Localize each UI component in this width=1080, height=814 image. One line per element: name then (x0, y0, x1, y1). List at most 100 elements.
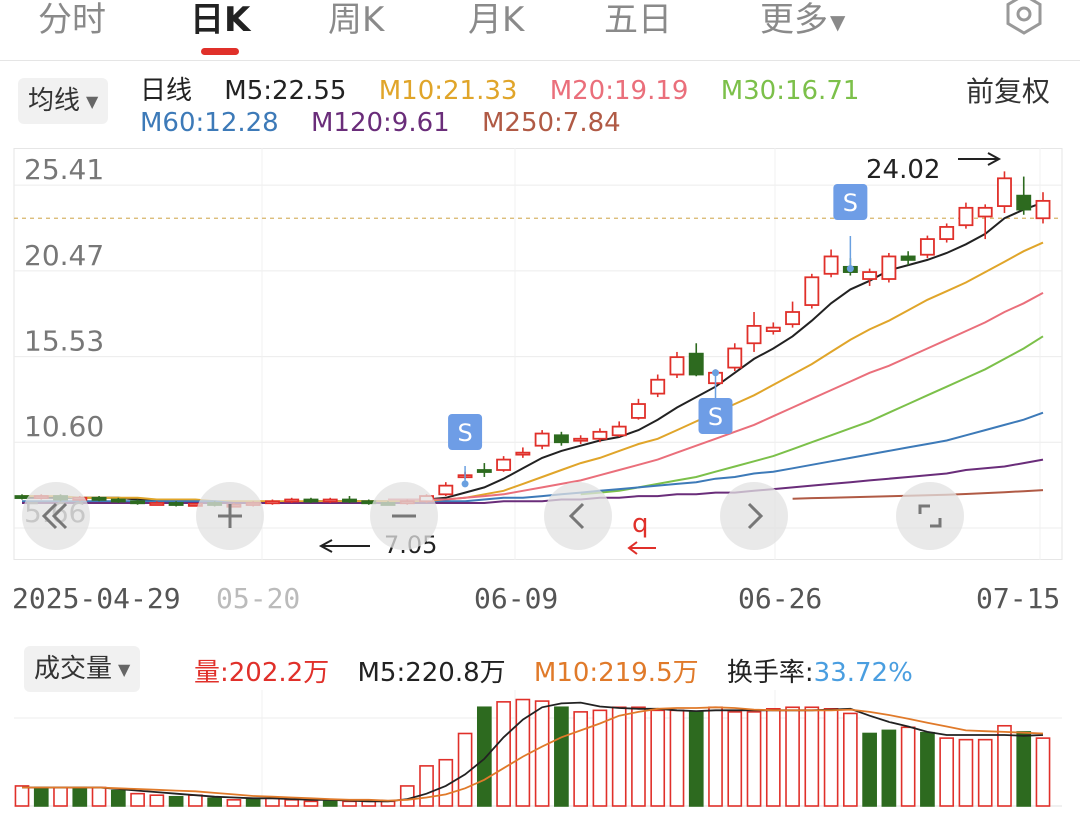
chevron-down-icon: ▼ (118, 659, 131, 679)
ma-type-label: 均线 (28, 86, 81, 116)
tab-more-label: 更多 (760, 0, 828, 40)
moving-average-lines (22, 201, 1044, 504)
ma10-value: M10:21.33 (378, 76, 518, 106)
max-price-label: 24.02 (866, 155, 940, 185)
next-button[interactable] (720, 482, 788, 550)
candle-up (997, 177, 1012, 207)
indicator-dropdown[interactable]: 成交量 ▼ (24, 646, 141, 692)
candle-down (342, 498, 357, 503)
tab-more[interactable]: 更多 ▼ (760, 0, 845, 41)
ma120-value: M120:9.61 (310, 108, 450, 138)
volume-bar-down (322, 800, 338, 807)
chevron-down-icon: ▼ (86, 91, 99, 111)
signal-badge-label: S (708, 403, 723, 431)
candle-up (765, 326, 781, 333)
candle-up (496, 458, 512, 471)
candle-up (631, 403, 646, 419)
volume-bar-down (554, 706, 569, 807)
volume-bar-up (130, 792, 145, 807)
candle-up (919, 238, 935, 256)
candle-up (1035, 199, 1051, 220)
candle-down (303, 498, 319, 503)
candle-up (264, 500, 280, 505)
zoom-in-button[interactable] (196, 482, 264, 550)
gear-icon[interactable] (1002, 0, 1046, 36)
zoom-out-icon (392, 514, 416, 518)
candle-up (746, 324, 762, 345)
candle-up (611, 425, 627, 437)
volume-bar-down (72, 786, 88, 807)
volume-bar-up (746, 711, 762, 807)
candle-up (727, 347, 743, 369)
volume-chart[interactable] (0, 690, 1080, 814)
y-tick-label: 25.41 (24, 153, 104, 186)
volume-bar-up (573, 711, 589, 807)
candle-up (939, 226, 955, 240)
candle-up (650, 378, 666, 395)
volume-bar-up (14, 785, 30, 807)
signal-q-label: q (632, 509, 649, 539)
turnover-label: 换手率: (726, 658, 814, 688)
candle-down (900, 255, 916, 261)
zoom-out-button[interactable] (370, 482, 438, 550)
volume-bar-up (804, 706, 820, 807)
volume-bar-up (1035, 737, 1051, 807)
rewind-icon (41, 502, 68, 530)
tab-monthly-k[interactable]: 月K (468, 0, 524, 41)
volume-bar-up (958, 738, 974, 807)
arrow-left-icon (627, 541, 656, 555)
candle-up (804, 276, 820, 306)
candle-down (476, 469, 492, 473)
volume-bar-down (110, 789, 126, 807)
ma250-value: M250:7.84 (481, 108, 621, 138)
next-icon (747, 502, 764, 530)
tab-weekly-k[interactable]: 周K (328, 0, 384, 41)
ma-legend-row-2: M60:12.28 M120:9.61 M250:7.84 (140, 108, 645, 138)
y-tick-label: 20.47 (24, 239, 104, 272)
tab-intraday[interactable]: 分时 (38, 0, 106, 41)
candle-up (322, 498, 338, 503)
period-tabs: 分时 日K 周K 月K 五日 更多 ▼ (0, 0, 1080, 58)
candle-up (438, 484, 454, 496)
period-label: 日线 (140, 76, 193, 106)
fullscreen-button[interactable] (896, 482, 964, 550)
volume-bar-up (900, 726, 916, 807)
volume-bar-down (920, 731, 935, 807)
ma-type-dropdown[interactable]: 均线 ▼ (18, 78, 109, 124)
volume-bar-down (476, 706, 492, 807)
volume-bar-up (91, 786, 107, 807)
volume-bar-up (631, 706, 646, 807)
signal-dot (461, 480, 469, 488)
signal-badge-label: S (843, 189, 858, 217)
volume-legend: 成交量 ▼ 量:202.2万 M5:220.8万 M10:219.5万 换手率:3… (0, 646, 1080, 692)
adjust-mode-button[interactable]: 前复权 (966, 70, 1050, 110)
volume-bar-down (245, 797, 261, 807)
volume-m10-value: M10:219.5万 (533, 658, 699, 688)
ma-legend-row-1: 日线 M5:22.55 M10:21.33 M20:19.19 M30:16.7… (140, 70, 883, 107)
candle-down (1016, 194, 1032, 211)
volume-bar-up (53, 786, 68, 807)
volume-bar-down (168, 795, 184, 807)
arrow-right-icon (958, 152, 1002, 166)
volume-m5-value: M5:220.8万 (357, 658, 506, 688)
ma-line-m5 (22, 201, 1044, 504)
volume-bar-up (611, 706, 627, 807)
volume-bar-up (977, 738, 993, 807)
volume-bar-up (727, 711, 743, 807)
previous-button[interactable] (544, 482, 612, 550)
candle-up (573, 437, 589, 442)
volume-bar-up (939, 737, 955, 807)
candle-up (823, 255, 839, 275)
rewind-button[interactable] (22, 482, 90, 550)
ma-line-m30 (580, 335, 1044, 496)
tabs-divider (0, 60, 1080, 61)
volume-bar-up (843, 712, 858, 807)
candle-up (958, 206, 974, 227)
ma20-value: M20:19.19 (549, 76, 689, 106)
volume-bar-up (419, 765, 434, 807)
candle-up (977, 206, 993, 218)
volume-bar-up (515, 698, 531, 807)
tab-five-day[interactable]: 五日 (604, 0, 672, 41)
tab-daily-k[interactable]: 日K (190, 0, 250, 41)
ma60-value: M60:12.28 (140, 108, 279, 138)
